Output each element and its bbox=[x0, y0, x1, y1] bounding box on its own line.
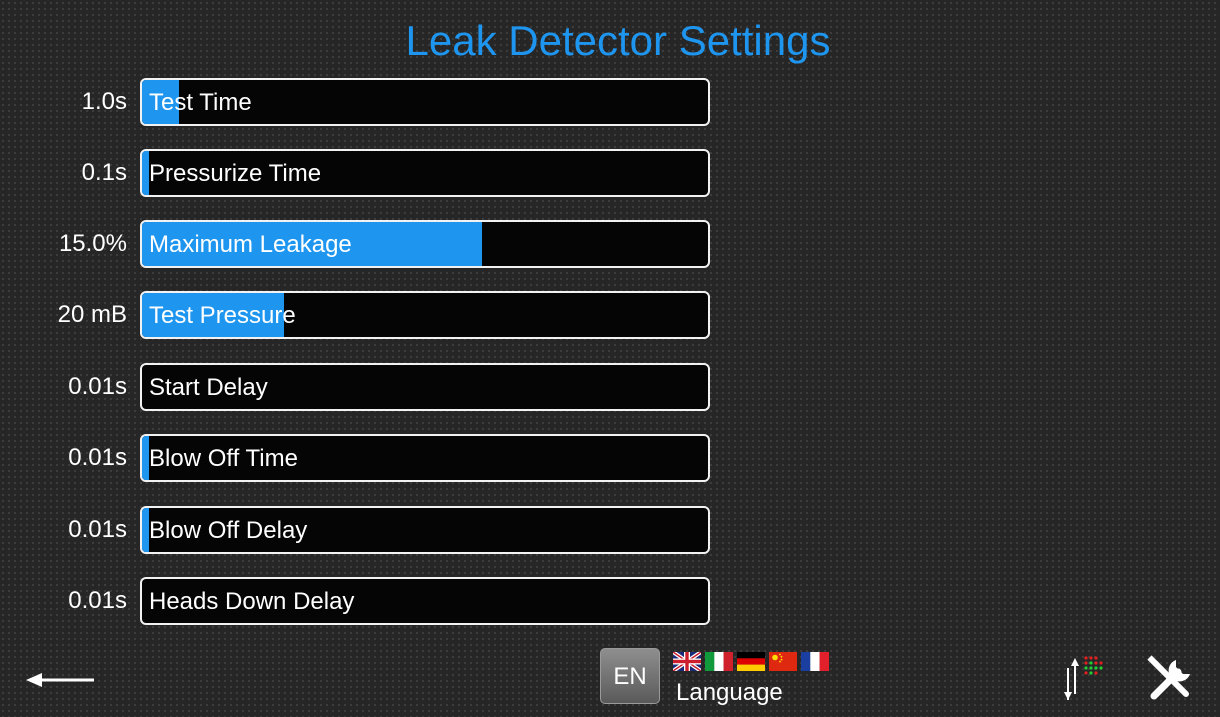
setting-label: Test Time bbox=[149, 89, 252, 116]
setting-value: 15.0% bbox=[58, 230, 127, 257]
setting-value: 0.1s bbox=[81, 159, 127, 186]
setting-row-heads-down-delay: 0.01s Heads Down Delay bbox=[0, 577, 720, 625]
blow-off-time-slider[interactable]: Blow Off Time bbox=[140, 434, 710, 482]
setting-value: 1.0s bbox=[81, 88, 127, 115]
slider-fill bbox=[142, 151, 149, 195]
test-pressure-slider[interactable]: Test Pressure bbox=[140, 291, 710, 339]
test-time-slider[interactable]: Test Time bbox=[140, 78, 710, 126]
setting-label: Blow Off Time bbox=[149, 445, 298, 472]
uk-flag-icon[interactable] bbox=[673, 652, 701, 671]
language-label: Language bbox=[676, 679, 783, 706]
setting-label: Pressurize Time bbox=[149, 160, 322, 187]
io-status-icon bbox=[1064, 656, 1103, 700]
back-arrow-icon bbox=[26, 673, 94, 687]
setting-row-blow-off-time: 0.01s Blow Off Time bbox=[0, 434, 720, 482]
setting-label: Start Delay bbox=[149, 374, 268, 401]
setting-row-pressurize-time: 0.1s Pressurize Time bbox=[0, 149, 720, 197]
setting-value: 0.01s bbox=[68, 587, 127, 614]
slider-fill bbox=[142, 436, 149, 480]
france-flag-icon[interactable] bbox=[801, 652, 829, 671]
italy-flag-icon[interactable] bbox=[705, 652, 733, 671]
language-button[interactable]: EN bbox=[600, 648, 660, 704]
slider-fill bbox=[142, 508, 149, 552]
pressurize-time-slider[interactable]: Pressurize Time bbox=[140, 149, 710, 197]
page-title: Leak Detector Settings bbox=[405, 17, 831, 64]
language-flags bbox=[673, 652, 829, 672]
heads-down-delay-slider[interactable]: Heads Down Delay bbox=[140, 577, 710, 625]
china-flag-icon[interactable] bbox=[769, 652, 797, 671]
setting-row-start-delay: 0.01s Start Delay bbox=[0, 363, 720, 411]
io-status-button[interactable] bbox=[1058, 652, 1118, 704]
tools-icon bbox=[1147, 655, 1190, 700]
back-button[interactable] bbox=[22, 660, 98, 700]
setting-row-test-pressure: 20 mB Test Pressure bbox=[0, 291, 720, 339]
setting-value: 20 mB bbox=[57, 301, 127, 328]
setting-value: 0.01s bbox=[68, 516, 127, 543]
blow-off-delay-slider[interactable]: Blow Off Delay bbox=[140, 506, 710, 554]
setting-label: Maximum Leakage bbox=[149, 231, 352, 258]
setting-label: Test Pressure bbox=[149, 302, 296, 329]
tools-button[interactable] bbox=[1142, 652, 1198, 708]
setting-label: Blow Off Delay bbox=[149, 517, 308, 544]
setting-row-test-time: 1.0s Test Time bbox=[0, 78, 720, 126]
start-delay-slider[interactable]: Start Delay bbox=[140, 363, 710, 411]
setting-row-maximum-leakage: 15.0% Maximum Leakage bbox=[0, 220, 720, 268]
setting-value: 0.01s bbox=[68, 444, 127, 471]
setting-value: 0.01s bbox=[68, 373, 127, 400]
setting-label: Heads Down Delay bbox=[149, 588, 355, 615]
setting-row-blow-off-delay: 0.01s Blow Off Delay bbox=[0, 506, 720, 554]
germany-flag-icon[interactable] bbox=[737, 652, 765, 671]
maximum-leakage-slider[interactable]: Maximum Leakage bbox=[140, 220, 710, 268]
